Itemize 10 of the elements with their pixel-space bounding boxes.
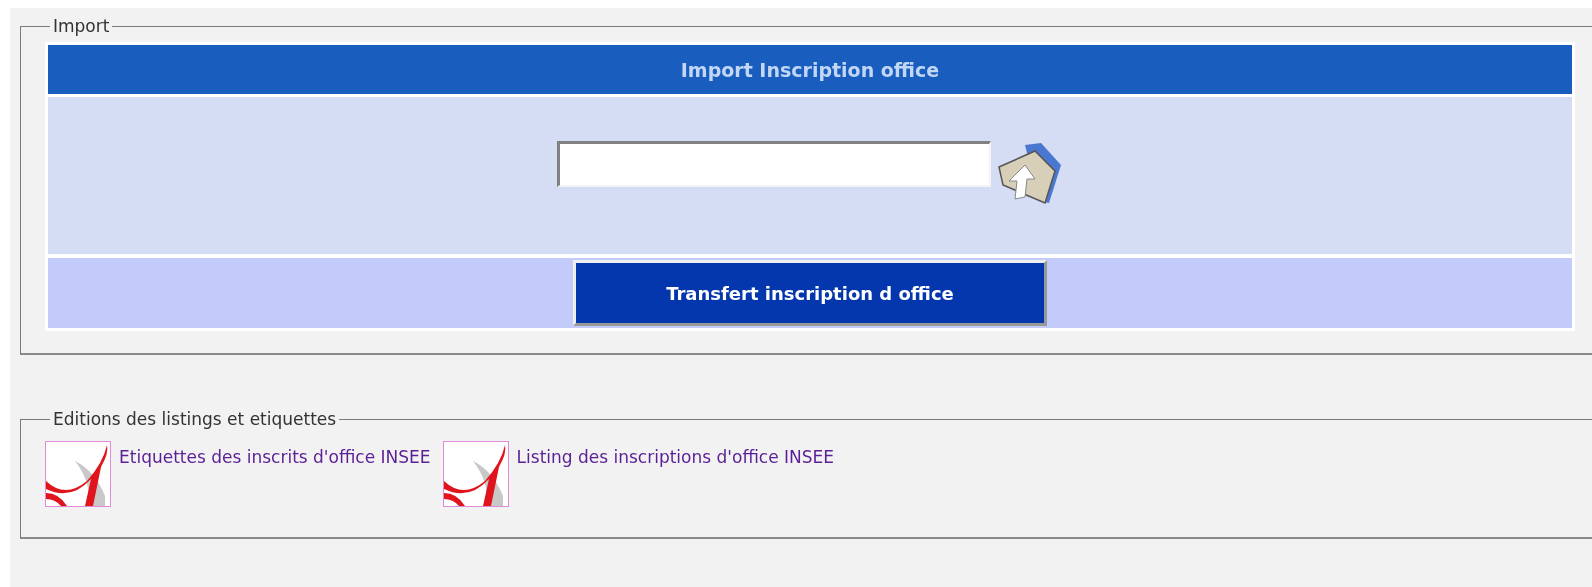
pdf-link[interactable]: Listing des inscriptions d'office INSEE (516, 447, 835, 467)
pdf-link[interactable]: Etiquettes des inscrits d'office INSEE (119, 447, 431, 467)
folder-upload-icon[interactable] (995, 141, 1063, 205)
file-input-field[interactable] (557, 141, 991, 187)
section-legend: Editions des listings et etiquettes (50, 409, 340, 429)
section-legend: Import (50, 16, 113, 36)
panel-header: Import Inscription office (48, 45, 1572, 94)
transfer-button[interactable]: Transfert inscription d office (573, 260, 1047, 326)
pdf-icon (442, 441, 509, 507)
pdf-icon (45, 441, 111, 507)
